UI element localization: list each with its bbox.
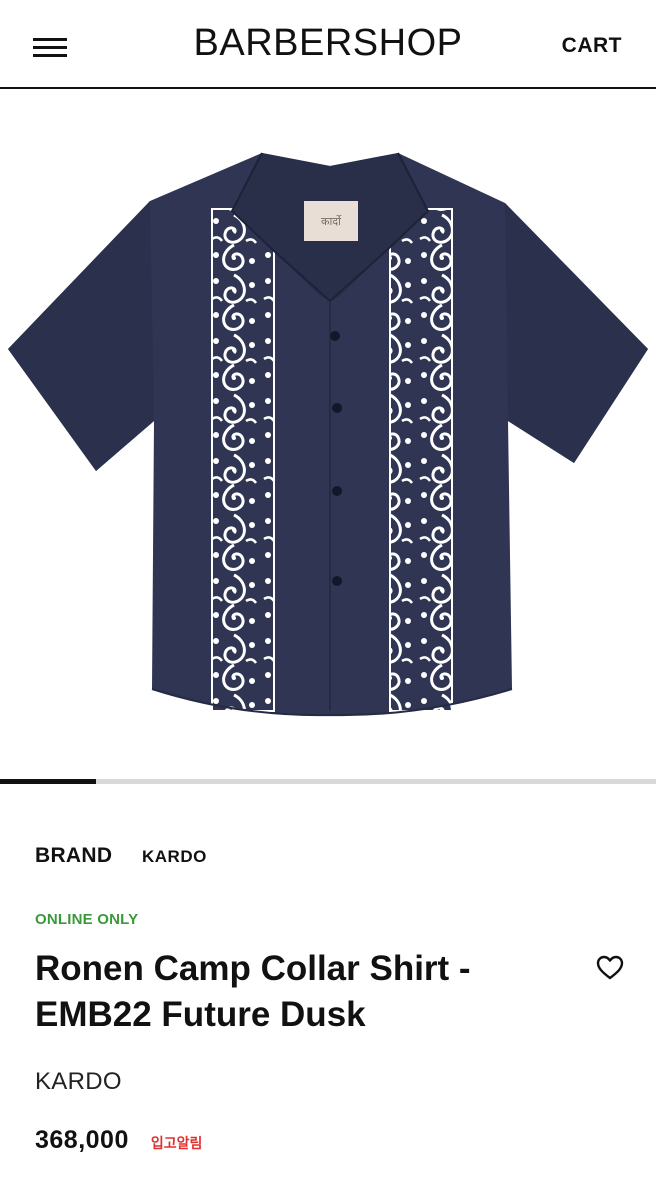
product-brand-name[interactable]: KARDO <box>35 1068 122 1096</box>
brand-row: BRAND KARDO <box>35 844 207 868</box>
online-only-badge: ONLINE ONLY <box>35 911 139 928</box>
restock-alert-link[interactable]: 입고알림 <box>151 1133 203 1153</box>
heart-outline-icon[interactable] <box>596 955 624 981</box>
gallery-progress <box>0 779 656 784</box>
product-image-gallery[interactable]: कार्दो <box>0 91 656 778</box>
price-row: 368,000 입고알림 <box>35 1126 202 1155</box>
brand-label: BRAND <box>35 844 113 867</box>
site-logo[interactable]: BARBERSHOP <box>0 22 656 65</box>
cart-link[interactable]: CART <box>562 34 622 58</box>
product-price: 368,000 <box>35 1126 129 1154</box>
neck-label-text: कार्दो <box>321 215 342 228</box>
product-title: Ronen Camp Collar Shirt - EMB22 Future D… <box>35 949 471 1034</box>
brand-value[interactable]: KARDO <box>142 847 207 867</box>
top-header: BARBERSHOP CART <box>0 0 656 89</box>
gallery-progress-fill <box>0 779 96 784</box>
product-image: कार्दो <box>8 152 648 717</box>
